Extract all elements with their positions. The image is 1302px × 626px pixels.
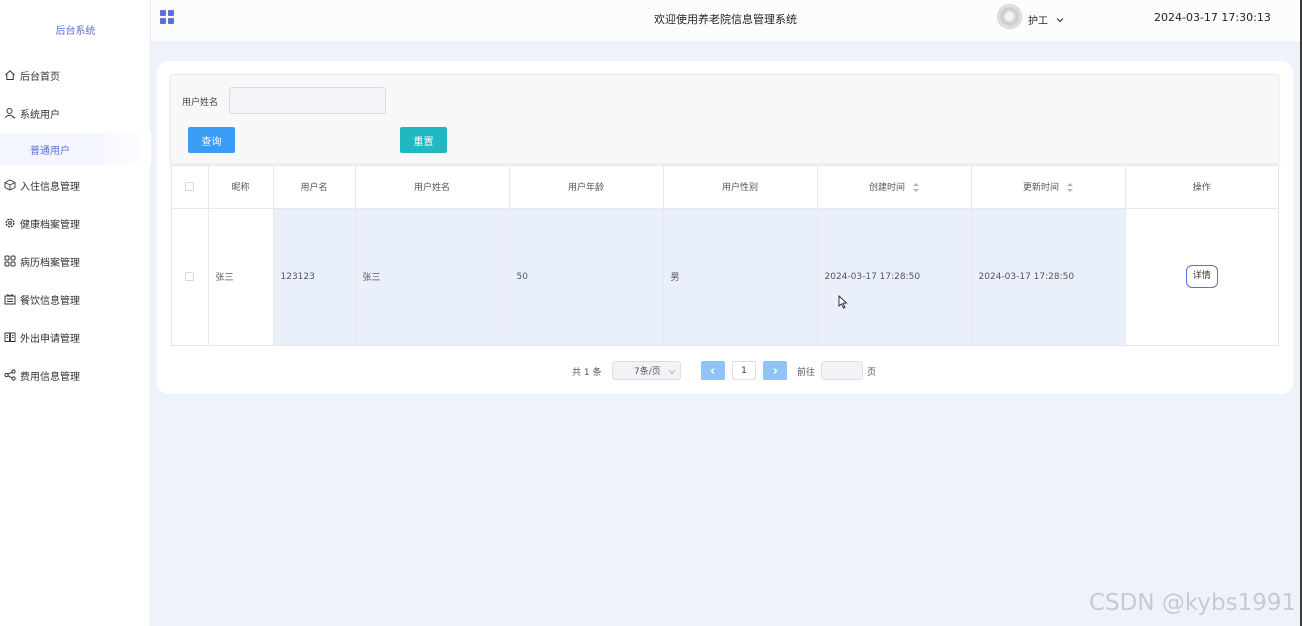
table-row: 张三 123123 张三 50 男 2024-03-17 17:28:50 20… [172, 208, 1278, 345]
user-table: 昵称 用户名 用户姓名 用户年龄 用户性别 创建时间 更新时间 操作 张三 12… [171, 165, 1279, 346]
avatar[interactable] [997, 4, 1022, 29]
page-title: 欢迎使用养老院信息管理系统 [654, 13, 797, 26]
brand-title: 后台系统 [55, 26, 96, 37]
sidebar-item-label: 健康档案管理 [20, 219, 80, 231]
sidebar-item-label: 后台首页 [20, 71, 60, 83]
reset-button[interactable]: 重置 [400, 127, 447, 153]
row-checkbox[interactable] [185, 271, 195, 281]
sidebar-item-system-users[interactable]: 系统用户 [0, 100, 151, 126]
sidebar-item-label: 费用信息管理 [20, 371, 80, 383]
goto-label: 前往 [797, 368, 816, 378]
sidebar: 后台系统 后台首页 系统用户 普通用户 入住信息管理 健康档案管理 病历档案管理 [0, 0, 151, 626]
watermark: CSDN @kybs1991 [1089, 590, 1297, 616]
user-menu[interactable]: 护工 [1028, 12, 1064, 27]
sidebar-item-label: 系统用户 [20, 109, 60, 121]
chevron-left-icon [710, 367, 715, 374]
column-header-sortable[interactable]: 更新时间 [971, 166, 1126, 209]
menu-board-icon [3, 293, 16, 306]
user-role-label: 护工 [1028, 16, 1048, 27]
cell-nickname: 张三 [208, 208, 274, 345]
search-panel: 用户姓名 查询 重置 [170, 74, 1279, 164]
sidebar-item-outing[interactable]: 外出申请管理 [0, 324, 151, 350]
sidebar-item-catering[interactable]: 餐饮信息管理 [0, 286, 151, 312]
search-label: 用户姓名 [182, 98, 219, 108]
sidebar-subitem-normal-users[interactable]: 普通用户 [0, 133, 151, 165]
sidebar-item-label: 病历档案管理 [20, 257, 80, 269]
column-header-sortable[interactable]: 创建时间 [817, 166, 972, 209]
column-header: 用户性别 [663, 166, 818, 209]
column-header: 用户名 [273, 166, 356, 209]
sidebar-item-label: 餐饮信息管理 [20, 295, 80, 307]
main-card: 用户姓名 查询 重置 昵称 用户名 用户姓名 用户年龄 用户性别 创建时间 更新… [157, 61, 1293, 394]
detail-button[interactable]: 详情 [1185, 265, 1218, 289]
sidebar-item-home[interactable]: 后台首页 [0, 62, 151, 88]
page-number-button[interactable]: 1 [732, 361, 756, 380]
cell-gender: 男 [663, 208, 818, 345]
chevron-right-icon [773, 367, 778, 374]
select-all-checkbox[interactable] [185, 181, 195, 191]
mouse-cursor-icon [838, 295, 848, 309]
chevron-down-icon [1056, 16, 1064, 24]
sort-icon[interactable] [1067, 183, 1073, 193]
column-header: 昵称 [208, 166, 274, 209]
cell-username: 123123 [273, 208, 356, 345]
column-header: 用户姓名 [355, 166, 510, 209]
chevron-down-icon [669, 368, 675, 375]
cell-action: 详情 [1125, 208, 1278, 345]
column-header: 用户年龄 [509, 166, 664, 209]
share-icon [3, 369, 16, 382]
username-search-input[interactable] [229, 87, 386, 114]
pagination-total: 共 1 条 [572, 368, 602, 378]
user-icon [3, 107, 16, 120]
sort-icon[interactable] [913, 183, 919, 193]
home-icon [3, 69, 16, 82]
page-suffix-label: 页 [867, 368, 877, 378]
grid-icon [3, 255, 16, 268]
query-button[interactable]: 查询 [188, 127, 235, 153]
cell-realname: 张三 [355, 208, 510, 345]
sidebar-item-checkin[interactable]: 入住信息管理 [0, 172, 151, 198]
sidebar-item-label: 外出申请管理 [20, 333, 80, 345]
row-select-cell[interactable] [172, 208, 209, 345]
current-datetime: 2024-03-17 17:30:13 [1154, 11, 1271, 24]
gear-icon [3, 217, 16, 230]
pagination: 共 1 条 7条/页 1 前往 页 [157, 361, 1293, 381]
next-page-button[interactable] [763, 361, 787, 380]
table-header-row: 昵称 用户名 用户姓名 用户年龄 用户性别 创建时间 更新时间 操作 [172, 166, 1278, 209]
cell-updated: 2024-03-17 17:28:50 [971, 208, 1126, 345]
column-header: 操作 [1125, 166, 1278, 209]
prev-page-button[interactable] [701, 361, 725, 380]
column-header-label: 更新时间 [1022, 183, 1059, 194]
cell-created: 2024-03-17 17:28:50 [817, 208, 972, 345]
cube-icon [3, 179, 16, 192]
book-icon [3, 331, 16, 344]
sidebar-item-fees[interactable]: 费用信息管理 [0, 362, 151, 388]
cell-age: 50 [509, 208, 664, 345]
page-size-select[interactable]: 7条/页 [612, 361, 681, 380]
sidebar-subitem-label: 普通用户 [30, 145, 70, 157]
sidebar-item-records[interactable]: 病历档案管理 [0, 248, 151, 274]
sidebar-item-health[interactable]: 健康档案管理 [0, 210, 151, 236]
column-header-label: 创建时间 [868, 183, 905, 194]
page-size-label: 7条/页 [634, 367, 661, 377]
sidebar-item-label: 入住信息管理 [20, 181, 80, 193]
select-all-header[interactable] [172, 166, 209, 209]
top-header: 欢迎使用养老院信息管理系统 护工 2024-03-17 17:30:13 [151, 0, 1302, 43]
goto-page-input[interactable] [821, 361, 863, 380]
menu-toggle-icon[interactable] [160, 10, 175, 25]
